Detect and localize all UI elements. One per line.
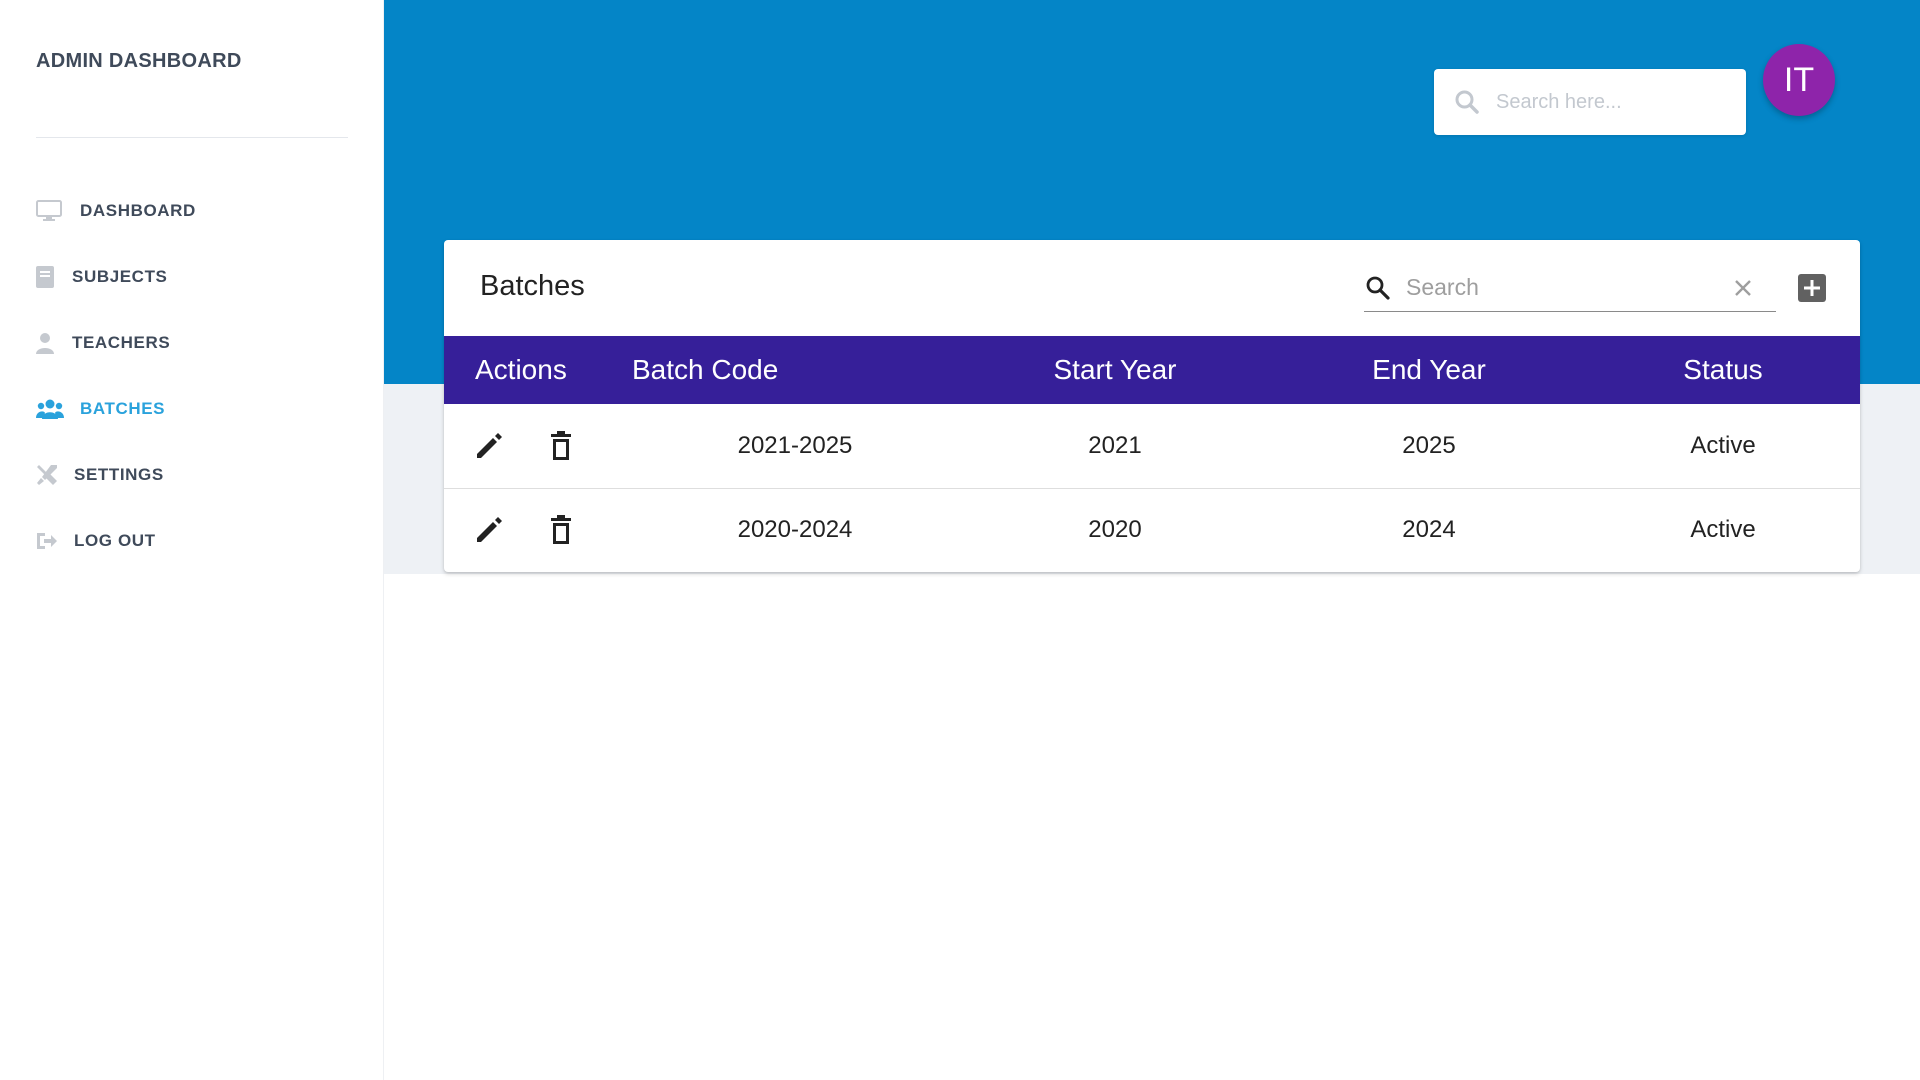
app: ADMIN DASHBOARD DASHBOARD SUBJECTS TEACH… xyxy=(0,0,1920,1080)
sidebar-item-label: TEACHERS xyxy=(72,333,171,352)
delete-icon[interactable] xyxy=(545,514,577,546)
monitor-icon xyxy=(36,198,68,224)
table-search-input[interactable] xyxy=(1406,274,1716,301)
sidebar-item-subjects[interactable]: SUBJECTS xyxy=(36,244,356,310)
batches-card: Batches Actions Batch Code Start Year xyxy=(444,240,1860,572)
column-header-status[interactable]: Status xyxy=(1586,336,1860,404)
search-icon xyxy=(1454,89,1480,115)
sidebar-item-teachers[interactable]: TEACHERS xyxy=(36,310,356,376)
batch-code-cell: 2021-2025 xyxy=(737,431,853,459)
card-title: Batches xyxy=(480,270,585,302)
close-icon[interactable] xyxy=(1730,275,1756,301)
sidebar-nav: DASHBOARD SUBJECTS TEACHERS BATCHES SETT… xyxy=(36,178,356,574)
table-row: 2020-2024 2020 2024 Active xyxy=(444,488,1860,572)
sidebar-item-label: DASHBOARD xyxy=(80,201,196,220)
header-search[interactable] xyxy=(1434,69,1746,135)
sidebar-item-logout[interactable]: LOG OUT xyxy=(36,508,356,574)
batches-table: Actions Batch Code Start Year End Year S… xyxy=(444,336,1860,572)
end-year-cell: 2024 xyxy=(1402,516,1456,544)
sidebar-divider xyxy=(36,137,348,138)
tools-icon xyxy=(36,462,62,488)
edit-icon[interactable] xyxy=(473,430,505,462)
batch-code-cell: 2020-2024 xyxy=(737,516,853,544)
book-icon xyxy=(36,264,60,290)
start-year-cell: 2021 xyxy=(1088,431,1142,459)
status-cell: Active xyxy=(1690,431,1756,459)
start-year-cell: 2020 xyxy=(1088,516,1142,544)
actions-cell xyxy=(444,404,632,488)
status-cell: Active xyxy=(1690,516,1756,544)
table-search[interactable] xyxy=(1364,264,1776,312)
sidebar-item-settings[interactable]: SETTINGS xyxy=(36,442,356,508)
sidebar-item-label: SETTINGS xyxy=(74,465,164,484)
users-icon xyxy=(36,396,68,422)
sidebar-item-label: LOG OUT xyxy=(74,531,156,550)
search-icon xyxy=(1364,274,1392,302)
sidebar-item-label: BATCHES xyxy=(80,399,166,418)
logout-icon xyxy=(36,528,62,554)
column-header-start-year[interactable]: Start Year xyxy=(958,336,1272,404)
user-icon xyxy=(36,330,60,356)
table-row: 2021-2025 2021 2025 Active xyxy=(444,404,1860,488)
header-search-input[interactable] xyxy=(1496,90,1726,114)
add-icon[interactable] xyxy=(1798,274,1826,302)
table-header-row: Actions Batch Code Start Year End Year S… xyxy=(444,336,1860,404)
avatar[interactable]: IT xyxy=(1763,44,1835,116)
column-header-actions[interactable]: Actions xyxy=(444,336,632,404)
card-toolbar: Batches xyxy=(444,240,1860,336)
sidebar-item-label: SUBJECTS xyxy=(72,267,168,286)
actions-cell xyxy=(444,488,632,572)
edit-icon[interactable] xyxy=(473,514,505,546)
brand-title: ADMIN DASHBOARD xyxy=(36,50,242,72)
column-header-end-year[interactable]: End Year xyxy=(1272,336,1586,404)
column-header-batch-code[interactable]: Batch Code xyxy=(632,336,958,404)
delete-icon[interactable] xyxy=(545,430,577,462)
sidebar-item-dashboard[interactable]: DASHBOARD xyxy=(36,178,356,244)
sidebar-item-batches[interactable]: BATCHES xyxy=(36,376,356,442)
end-year-cell: 2025 xyxy=(1402,431,1456,459)
sidebar: ADMIN DASHBOARD DASHBOARD SUBJECTS TEACH… xyxy=(0,0,384,1080)
